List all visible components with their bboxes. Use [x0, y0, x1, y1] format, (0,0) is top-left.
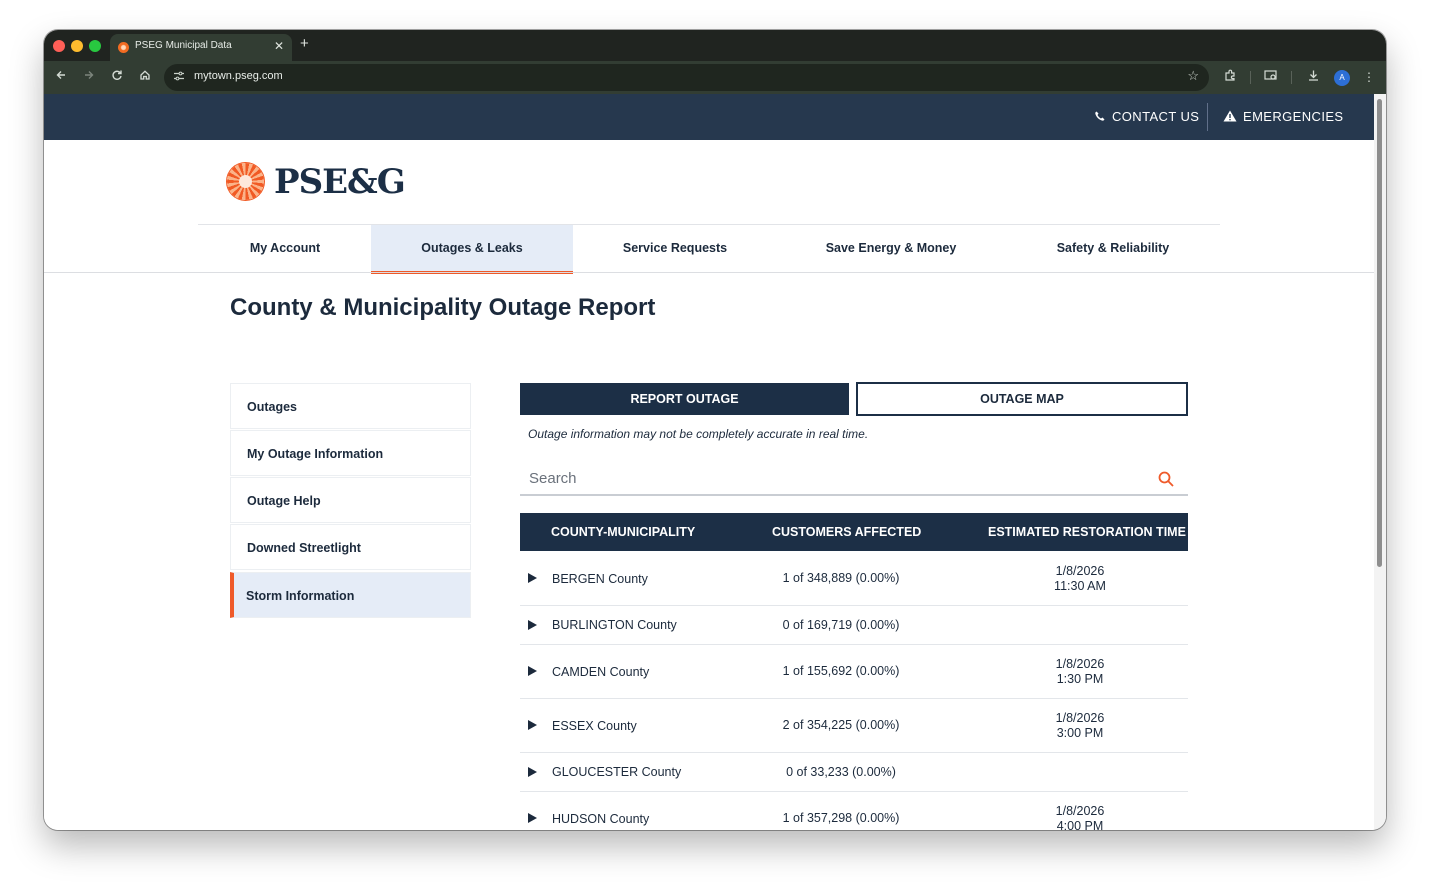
- back-icon[interactable]: [52, 68, 70, 86]
- toolbar-divider: [1291, 71, 1292, 84]
- browser-window: PSEG Municipal Data ✕ + mytown.pseg.com …: [44, 30, 1386, 830]
- page-title: County & Municipality Outage Report: [230, 294, 656, 321]
- sidebar-item-my-outage-information[interactable]: My Outage Information: [230, 430, 471, 476]
- home-icon[interactable]: [136, 68, 154, 86]
- maximize-window-button[interactable]: [89, 40, 101, 52]
- table-row[interactable]: HUDSON County 1 of 357,298 (0.00%) 1/8/2…: [520, 792, 1188, 830]
- restoration-time: 1/8/2026 11:30 AM: [980, 564, 1180, 594]
- table-header: COUNTY-MUNICIPALITY CUSTOMERS AFFECTED E…: [520, 513, 1188, 551]
- table-row[interactable]: ESSEX County 2 of 354,225 (0.00%) 1/8/20…: [520, 699, 1188, 753]
- county-name: BURLINGTON County: [552, 618, 677, 632]
- column-header-customers[interactable]: CUSTOMERS AFFECTED: [772, 525, 921, 539]
- county-name: ESSEX County: [552, 719, 637, 733]
- utility-divider: [1207, 103, 1208, 131]
- nav-safety-reliability[interactable]: Safety & Reliability: [1005, 225, 1221, 272]
- column-header-county[interactable]: COUNTY-MUNICIPALITY: [551, 525, 695, 539]
- extensions-icon[interactable]: [1222, 69, 1238, 85]
- web-page: CONTACT US EMERGENCIES PSE&G My Account …: [44, 94, 1374, 830]
- nav-service-requests[interactable]: Service Requests: [573, 225, 777, 272]
- nav-divider: [44, 272, 1374, 273]
- search-input[interactable]: [520, 463, 1188, 496]
- outage-map-button[interactable]: OUTAGE MAP: [856, 382, 1188, 416]
- restoration-date: 1/8/2026: [1055, 804, 1105, 818]
- nav-my-account[interactable]: My Account: [199, 225, 371, 272]
- county-name: CAMDEN County: [552, 665, 650, 679]
- emergencies-label: EMERGENCIES: [1243, 109, 1344, 124]
- url-text: mytown.pseg.com: [194, 70, 283, 82]
- accuracy-disclaimer: Outage information may not be completely…: [528, 427, 869, 441]
- nav-save-energy-money[interactable]: Save Energy & Money: [777, 225, 1005, 272]
- restoration-time: 1/8/2026 1:30 PM: [980, 657, 1180, 687]
- expand-arrow-icon[interactable]: [528, 666, 537, 676]
- expand-arrow-icon[interactable]: [528, 720, 537, 730]
- tab-title: PSEG Municipal Data: [135, 40, 232, 51]
- expand-arrow-icon[interactable]: [528, 767, 537, 777]
- restoration-time: 1/8/2026 3:00 PM: [980, 711, 1180, 741]
- browser-tab[interactable]: PSEG Municipal Data ✕: [110, 34, 292, 61]
- minimize-window-button[interactable]: [71, 40, 83, 52]
- scrollbar-thumb[interactable]: [1377, 99, 1382, 567]
- address-bar[interactable]: mytown.pseg.com ☆: [164, 64, 1209, 91]
- toolbar-divider: [1250, 71, 1251, 84]
- tab-close-icon[interactable]: ✕: [274, 39, 284, 53]
- close-window-button[interactable]: [53, 40, 65, 52]
- browser-toolbar: mytown.pseg.com ☆ ⋮: [44, 61, 1386, 94]
- restoration-time: 1/8/2026 4:00 PM: [980, 804, 1180, 830]
- pseg-sun-logo-icon[interactable]: [227, 163, 264, 200]
- phone-icon: [1095, 111, 1105, 121]
- restoration-clock: 3:00 PM: [1056, 726, 1104, 740]
- pseg-logo-text[interactable]: PSE&G: [274, 162, 406, 202]
- tab-search-icon[interactable]: [1263, 69, 1279, 85]
- restoration-date: 1/8/2026: [1055, 564, 1105, 578]
- forward-icon[interactable]: [80, 68, 98, 86]
- expand-arrow-icon[interactable]: [528, 573, 537, 583]
- expand-arrow-icon[interactable]: [528, 813, 537, 823]
- sidebar-item-storm-information[interactable]: Storm Information: [230, 572, 471, 618]
- more-menu-icon[interactable]: ⋮: [1361, 69, 1377, 85]
- table-row[interactable]: CAMDEN County 1 of 155,692 (0.00%) 1/8/2…: [520, 645, 1188, 699]
- table-row[interactable]: GLOUCESTER County 0 of 33,233 (0.00%): [520, 753, 1188, 792]
- tab-strip: PSEG Municipal Data ✕ +: [44, 30, 1386, 61]
- table-row[interactable]: BERGEN County 1 of 348,889 (0.00%) 1/8/2…: [520, 551, 1188, 606]
- restoration-clock: 11:30 AM: [1054, 579, 1106, 593]
- report-outage-button[interactable]: REPORT OUTAGE: [520, 383, 849, 415]
- site-info-icon[interactable]: [172, 70, 186, 84]
- customers-affected: 1 of 348,889 (0.00%): [782, 571, 900, 585]
- search-icon[interactable]: [1157, 470, 1175, 488]
- sidebar-item-outage-help[interactable]: Outage Help: [230, 477, 471, 523]
- county-name: HUDSON County: [552, 812, 650, 826]
- emergencies-link[interactable]: EMERGENCIES: [1223, 109, 1343, 124]
- bookmark-star-icon[interactable]: ☆: [1187, 68, 1199, 84]
- warning-icon: [1223, 110, 1237, 122]
- sidebar-item-outages[interactable]: Outages: [230, 383, 471, 429]
- restoration-clock: 1:30 PM: [1056, 672, 1104, 686]
- county-name: BERGEN County: [552, 572, 648, 586]
- sidebar-item-downed-streetlight[interactable]: Downed Streetlight: [230, 524, 471, 570]
- contact-us-link[interactable]: CONTACT US: [1094, 109, 1199, 124]
- utility-bar: CONTACT US EMERGENCIES: [44, 94, 1374, 140]
- customers-affected: 0 of 33,233 (0.00%): [786, 765, 896, 779]
- restoration-date: 1/8/2026: [1055, 711, 1105, 725]
- download-icon[interactable]: [1305, 69, 1321, 85]
- new-tab-button[interactable]: +: [300, 35, 309, 52]
- profile-avatar[interactable]: A: [1334, 70, 1350, 86]
- table-row[interactable]: BURLINGTON County 0 of 169,719 (0.00%): [520, 606, 1188, 645]
- contact-us-label: CONTACT US: [1112, 109, 1200, 124]
- column-header-restoration[interactable]: ESTIMATED RESTORATION TIME: [988, 525, 1186, 539]
- pseg-favicon-icon: [118, 42, 129, 53]
- customers-affected: 1 of 357,298 (0.00%): [782, 811, 900, 825]
- restoration-clock: 4:00 PM: [1056, 819, 1104, 830]
- expand-arrow-icon[interactable]: [528, 620, 537, 630]
- customers-affected: 2 of 354,225 (0.00%): [782, 718, 900, 732]
- customers-affected: 0 of 169,719 (0.00%): [782, 618, 900, 632]
- nav-outages-leaks[interactable]: Outages & Leaks: [371, 225, 573, 274]
- restoration-date: 1/8/2026: [1055, 657, 1105, 671]
- county-name: GLOUCESTER County: [552, 765, 682, 779]
- reload-icon[interactable]: [108, 68, 126, 86]
- customers-affected: 1 of 155,692 (0.00%): [782, 664, 900, 678]
